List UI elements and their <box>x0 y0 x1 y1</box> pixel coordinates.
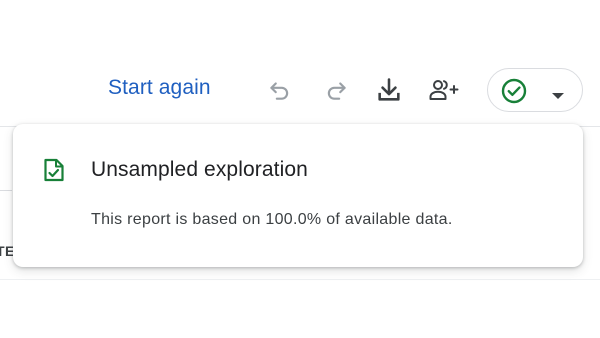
document-check-icon <box>43 158 65 187</box>
exploration-toolbar: Start again <box>0 66 600 112</box>
download-icon[interactable] <box>373 74 405 106</box>
exploration-page: TE Start again Unsampled exploration Thi… <box>0 0 600 338</box>
redo-icon[interactable] <box>321 74 353 106</box>
report-panel-edge <box>0 126 12 191</box>
caret-down-icon <box>551 87 565 105</box>
undo-icon[interactable] <box>263 74 295 106</box>
add-person-icon[interactable] <box>428 74 460 106</box>
sampling-info-popup: Unsampled exploration This report is bas… <box>13 124 583 267</box>
check-circle-icon <box>501 78 527 109</box>
start-again-button[interactable]: Start again <box>108 76 211 100</box>
popup-description: This report is based on 100.0% of availa… <box>91 211 453 228</box>
divider <box>0 279 600 280</box>
sampling-status-button[interactable] <box>487 68 583 112</box>
popup-title: Unsampled exploration <box>91 158 308 181</box>
